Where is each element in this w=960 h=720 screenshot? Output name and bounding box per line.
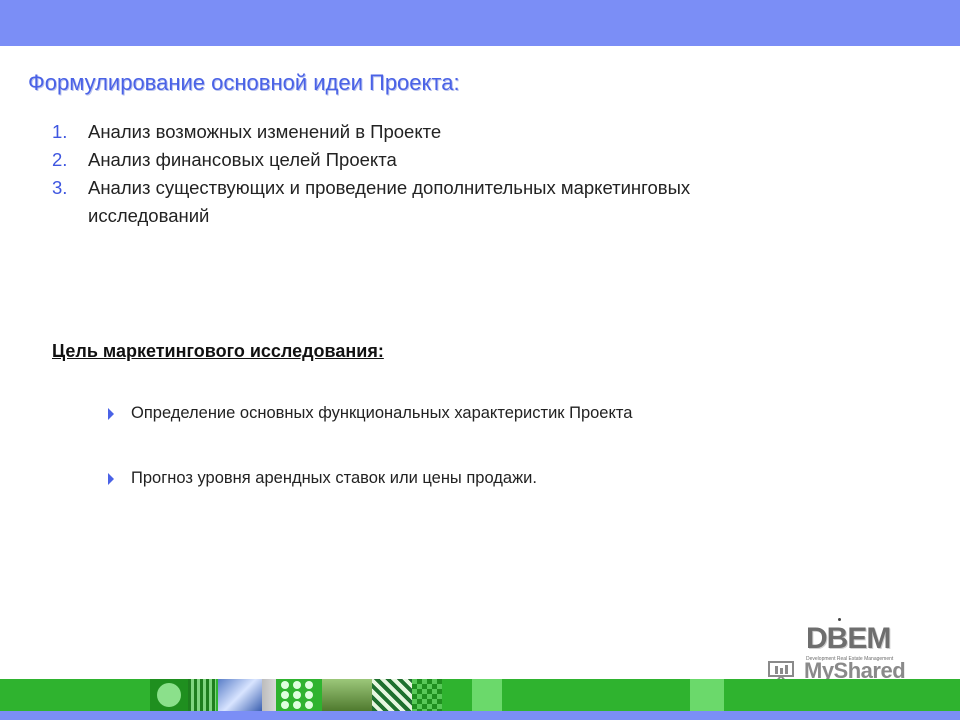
list-number: 2. [52,149,68,170]
decor-tile [188,679,216,711]
list-number: 1. [52,121,68,142]
bullet-item: Прогноз уровня арендных ставок или цены … [108,469,537,488]
list-text: Анализ возможных изменений в Проекте [88,121,442,142]
dots-decor-icon [281,681,313,709]
section-heading: Цель маркетингового исследования: [52,341,384,361]
slide-title: Формулирование основной идеи Проекта: [28,70,460,95]
list-item: 1. Анализ возможных изменений в Проекте [52,118,772,146]
bullet-item: Определение основных функциональных хара… [108,404,632,423]
list-text: Анализ существующих и проведение дополни… [88,177,691,226]
list-number: 3. [52,177,68,198]
decor-tile [372,679,412,711]
circle-decor-icon [157,683,181,707]
bullet-text: Определение основных функциональных хара… [131,404,633,422]
decor-tile [412,679,442,711]
triangle-bullet-icon [108,472,114,485]
list-item: 2. Анализ финансовых целей Проекта [52,146,772,174]
triangle-bullet-icon [108,407,114,420]
company-logo: DBEM Development Real Estate Management … [766,618,926,684]
decorative-bottom-strip [0,679,960,711]
bottom-bar [0,711,960,720]
decor-tile [322,679,372,711]
decor-tile [150,679,188,711]
bullet-text: Прогноз уровня арендных ставок или цены … [131,469,537,487]
decor-tile [472,679,502,711]
logo-brand: DBEM [806,622,891,655]
decor-tile [218,679,262,711]
decor-tile [276,679,322,711]
list-text: Анализ финансовых целей Проекта [88,149,397,170]
list-item: 3. Анализ существующих и проведение допо… [52,174,772,230]
numbered-list: 1. Анализ возможных изменений в Проекте … [52,118,772,230]
decor-tile [690,679,724,711]
top-bar [0,0,960,46]
logo-dot [838,618,841,621]
